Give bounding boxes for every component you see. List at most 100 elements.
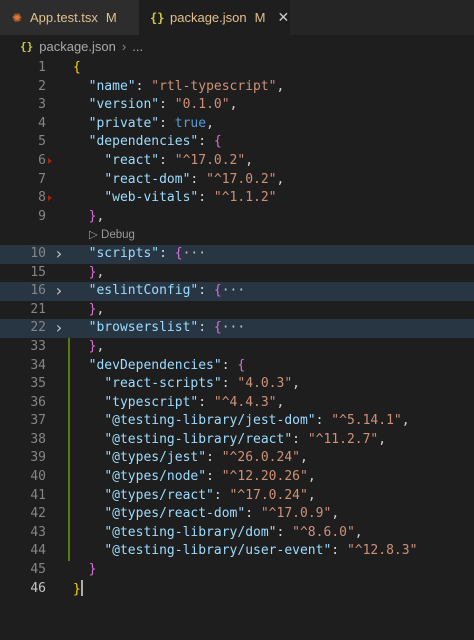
code-line[interactable]: 22 › "browserslist": {···	[0, 319, 474, 338]
chevron-right-icon[interactable]: ›	[54, 282, 66, 299]
modified-line-marker[interactable]	[68, 523, 70, 543]
line-number: 10	[30, 245, 46, 261]
code-line[interactable]: 16 › "eslintConfig": {···	[0, 282, 474, 301]
code-text: },	[88, 208, 105, 224]
modified-line-marker[interactable]	[68, 412, 70, 431]
chevron-right-icon[interactable]: ›	[54, 245, 66, 262]
modified-line-marker[interactable]	[68, 375, 70, 394]
code-line[interactable]: 46}	[0, 579, 474, 599]
code-line[interactable]: 41 "@types/react": "^17.0.24",	[0, 486, 474, 506]
code-line[interactable]: 36 "typescript": "^4.4.3",	[0, 393, 474, 413]
code-text: "react": "^17.0.2",	[104, 152, 254, 168]
modified-line-marker[interactable]	[68, 393, 70, 413]
code-text: "@testing-library/jest-dom": "^5.14.1",	[104, 413, 410, 429]
modified-line-marker[interactable]	[68, 430, 70, 450]
code-text: }	[73, 579, 83, 597]
codelens-debug[interactable]: ▷ Debug	[0, 226, 474, 245]
code-text: "eslintConfig": {···	[88, 283, 246, 299]
line-number: 37	[30, 413, 46, 429]
code-line[interactable]: 42 "@types/react-dom": "^17.0.9",	[0, 505, 474, 524]
modified-line-marker[interactable]	[68, 542, 70, 562]
code-line[interactable]: 40 "@types/node": "^12.20.26",	[0, 468, 474, 487]
line-number: 39	[30, 450, 46, 466]
line-number: 6	[38, 152, 46, 168]
deleted-line-marker-icon[interactable]	[48, 195, 52, 202]
code-text: "version": "0.1.0",	[88, 97, 238, 113]
breadcrumb-file[interactable]: package.json	[39, 39, 116, 54]
code-line[interactable]: 35 "react-scripts": "4.0.3",	[0, 375, 474, 394]
code-line[interactable]: 9 },	[0, 208, 474, 227]
line-number: 4	[38, 115, 46, 131]
code-line[interactable]: 43 "@testing-library/dom": "^8.6.0",	[0, 523, 474, 543]
code-editor[interactable]: 1{2 "name": "rtl-typescript", 3 "version"…	[0, 59, 474, 640]
code-line[interactable]: 3 "version": "0.1.0",	[0, 96, 474, 115]
code-text: "@testing-library/react": "^11.2.7",	[104, 431, 387, 447]
code-line[interactable]: 37 "@testing-library/jest-dom": "^5.14.1…	[0, 412, 474, 431]
code-line[interactable]: 7 "react-dom": "^17.0.2",	[0, 171, 474, 190]
tab-package-json[interactable]: {} package.json M ✕	[140, 0, 290, 35]
line-number: 35	[30, 376, 46, 392]
tab-label: package.json	[170, 10, 247, 25]
code-line[interactable]: 39 "@types/jest": "^26.0.24",	[0, 449, 474, 469]
code-line[interactable]: 4 "private": true,	[0, 115, 474, 134]
code-text: "@types/react": "^17.0.24",	[104, 487, 316, 503]
code-text: "@types/node": "^12.20.26",	[104, 469, 316, 485]
breadcrumb-more[interactable]: ...	[132, 39, 143, 54]
code-line[interactable]: 15 },	[0, 264, 474, 283]
close-icon[interactable]: ✕	[277, 9, 289, 26]
code-line[interactable]: 44 "@testing-library/user-event": "^12.8…	[0, 542, 474, 562]
line-number: 44	[30, 543, 46, 559]
line-number: 45	[30, 562, 46, 578]
code-text: "react-scripts": "4.0.3",	[104, 376, 300, 392]
tab-app-test-tsx[interactable]: ✺ App.test.tsx M	[0, 0, 140, 35]
tab-modified-badge: M	[105, 10, 117, 25]
line-number: 1	[38, 60, 46, 75]
line-number: 33	[30, 338, 46, 354]
code-line[interactable]: 21 },	[0, 301, 474, 320]
breadcrumb: {} package.json › ...	[0, 35, 474, 57]
chevron-right-icon[interactable]: ›	[54, 319, 66, 336]
line-number: 43	[30, 524, 46, 540]
code-text: },	[88, 301, 105, 317]
code-line[interactable]: 8 "web-vitals": "^1.1.2"	[0, 189, 474, 208]
code-text: "dependencies": {	[88, 134, 222, 150]
code-text: "@types/react-dom": "^17.0.9",	[104, 506, 340, 522]
line-number: 42	[30, 506, 46, 522]
code-line[interactable]: 2 "name": "rtl-typescript",	[0, 78, 474, 97]
chevron-right-icon: ›	[121, 38, 127, 54]
line-number: 22	[30, 320, 46, 336]
code-text: }	[88, 562, 97, 578]
code-text: "@testing-library/user-event": "^12.8.3"	[104, 543, 418, 559]
line-number: 38	[30, 431, 46, 447]
code-text: "browserslist": {···	[88, 320, 246, 336]
code-line[interactable]: 38 "@testing-library/react": "^11.2.7",	[0, 430, 474, 450]
react-icon: ✺	[11, 10, 23, 25]
code-line[interactable]: 10 › "scripts": {···	[0, 244, 474, 264]
code-line[interactable]: 1{	[0, 59, 474, 78]
modified-line-marker[interactable]	[68, 468, 70, 487]
code-text: "@testing-library/dom": "^8.6.0",	[104, 524, 363, 540]
modified-line-marker[interactable]	[68, 449, 70, 469]
modified-line-marker[interactable]	[68, 486, 70, 506]
code-line[interactable]: 33 },	[0, 337, 474, 357]
codelens-debug-label[interactable]: ▷ Debug	[89, 226, 135, 245]
code-text: {	[73, 60, 81, 75]
code-line[interactable]: 6 "react": "^17.0.2",	[0, 152, 474, 171]
code-text: },	[88, 264, 105, 280]
tab-label: App.test.tsx	[30, 10, 98, 25]
modified-line-marker[interactable]	[68, 505, 70, 524]
line-number: 7	[38, 171, 46, 187]
modified-line-marker[interactable]	[68, 356, 70, 376]
code-line[interactable]: 34 "devDependencies": {	[0, 356, 474, 376]
code-text: "devDependencies": {	[88, 357, 246, 373]
code-line[interactable]: 5 "dependencies": {	[0, 133, 474, 152]
deleted-line-marker-icon[interactable]	[48, 157, 52, 164]
tab-modified-badge: M	[254, 10, 266, 25]
line-number: 3	[38, 97, 46, 113]
code-text: "web-vitals": "^1.1.2"	[104, 190, 277, 206]
code-text: "private": true,	[88, 115, 214, 131]
code-text: "typescript": "^4.4.3",	[104, 394, 285, 410]
modified-line-marker[interactable]	[68, 337, 70, 357]
line-number: 36	[30, 394, 46, 410]
code-line[interactable]: 45 }	[0, 561, 474, 580]
